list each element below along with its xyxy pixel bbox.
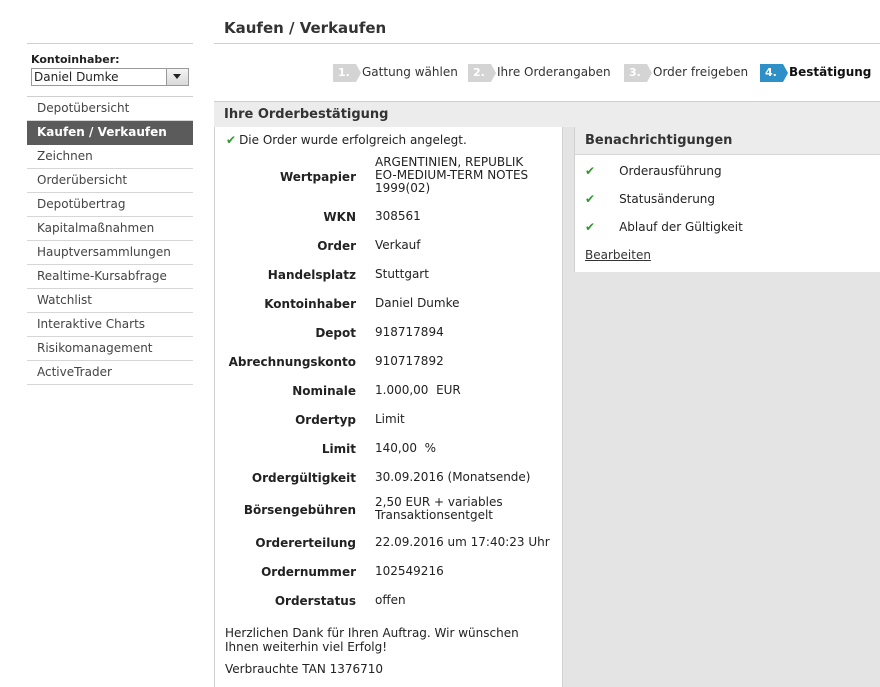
field-value: ARGENTINIEN, REPUBLIK EO-MEDIUM-TERM NOT… xyxy=(375,155,529,195)
sidebar-item-zeichnen[interactable]: Zeichnen xyxy=(27,145,193,169)
field-value: 918717894 xyxy=(375,325,444,339)
field-label: Handelsplatz xyxy=(267,268,356,282)
title-divider xyxy=(214,43,880,44)
check-icon: ✔ xyxy=(585,220,596,234)
field-label: Limit xyxy=(321,442,356,456)
success-text: Die Order wurde erfolgreich angelegt. xyxy=(239,133,467,147)
field-label: Orderstatus xyxy=(274,594,356,608)
panel-header: Ihre Orderbestätigung xyxy=(214,101,880,127)
field-label: Ordernummer xyxy=(261,565,356,579)
field-label: Wertpapier xyxy=(279,170,356,184)
step-number: 3. xyxy=(624,64,652,82)
used-tan: Verbrauchte TAN 1376710 xyxy=(225,662,384,676)
notifications-box: Benachrichtigungen ✔ Orderausführung ✔ Sta… xyxy=(574,127,880,272)
step-label: Ihre Orderangaben xyxy=(497,65,611,79)
sidebar-item-kaufen-verkaufen[interactable]: Kaufen / Verkaufen xyxy=(27,121,193,145)
sidebar-item-interaktive-charts[interactable]: Interaktive Charts xyxy=(27,313,193,337)
field-value: 910717892 xyxy=(375,354,444,368)
notification-label: Ablauf der Gültigkeit xyxy=(619,220,743,234)
notification-label: Orderausführung xyxy=(619,164,722,178)
notifications-header: Benachrichtigungen xyxy=(575,127,880,155)
check-icon: ✔ xyxy=(585,164,596,178)
edit-notifications-link[interactable]: Bearbeiten xyxy=(585,248,651,262)
field-label: WKN xyxy=(323,210,356,224)
step-number: 1. xyxy=(333,64,361,82)
sidebar-item-watchlist[interactable]: Watchlist xyxy=(27,289,193,313)
chevron-down-icon[interactable] xyxy=(166,69,188,85)
field-value: 140,00 % xyxy=(375,441,437,455)
thank-you-text: Herzlichen Dank für Ihren Auftrag. Wir w… xyxy=(225,626,519,654)
notification-item: ✔ Statusänderung xyxy=(585,192,715,206)
step-label: Bestätigung xyxy=(789,65,872,79)
field-value: 308561 xyxy=(375,209,421,223)
field-value: offen xyxy=(375,593,406,607)
check-icon: ✔ xyxy=(585,192,596,206)
field-label: Abrechnungskonto xyxy=(228,355,356,369)
step-bestaetigung: 4. Bestätigung xyxy=(760,63,872,82)
field-label: Nominale xyxy=(292,384,356,398)
sidebar-item-depotuebersicht[interactable]: Depotübersicht xyxy=(27,97,193,121)
success-message: ✔ Die Order wurde erfolgreich angelegt. xyxy=(226,133,467,147)
owner-select[interactable]: Daniel Dumke xyxy=(31,68,189,86)
sidebar-divider xyxy=(27,43,193,44)
field-value: Daniel Dumke xyxy=(375,296,460,310)
field-label: Order xyxy=(317,239,356,253)
field-value: 22.09.2016 um 17:40:23 Uhr xyxy=(375,535,550,549)
step-label: Gattung wählen xyxy=(362,65,458,79)
step-label: Order freigeben xyxy=(653,65,749,79)
field-value: Verkauf xyxy=(375,238,421,252)
step-freigeben: 3. Order freigeben xyxy=(624,63,749,82)
sidebar-item-orderuebersicht[interactable]: Orderübersicht xyxy=(27,169,193,193)
field-value: 2,50 EUR + variables Transaktionsentgelt xyxy=(375,495,503,522)
field-label: Ordertyp xyxy=(295,413,356,427)
field-label: Kontoinhaber xyxy=(264,297,356,311)
field-label: Ordererteilung xyxy=(255,536,356,550)
sidebar: Kontoinhaber: Daniel Dumke Depotübersich… xyxy=(27,43,193,385)
owner-label: Kontoinhaber: xyxy=(31,53,120,66)
field-value: 1.000,00 EUR xyxy=(375,383,461,397)
notification-label: Statusänderung xyxy=(619,192,716,206)
page-title: Kaufen / Verkaufen xyxy=(224,19,387,37)
field-value: 30.09.2016 (Monatsende) xyxy=(375,470,531,484)
owner-select-value: Daniel Dumke xyxy=(34,70,119,84)
sidebar-item-kapitalmassnahmen[interactable]: Kapitalmaßnahmen xyxy=(27,217,193,241)
step-number: 4. xyxy=(760,64,788,82)
notification-item: ✔ Orderausführung xyxy=(585,164,722,178)
step-gattung: 1. Gattung wählen xyxy=(333,63,458,82)
sidebar-nav: Depotübersicht Kaufen / Verkaufen Zeichn… xyxy=(27,96,193,385)
step-orderangaben: 2. Ihre Orderangaben xyxy=(468,63,611,82)
field-label: Börsengebühren xyxy=(243,503,356,517)
field-value: Limit xyxy=(375,412,405,426)
check-icon: ✔ xyxy=(226,133,237,147)
sidebar-item-realtime-kursabfrage[interactable]: Realtime-Kursabfrage xyxy=(27,265,193,289)
confirmation-details: ✔ Die Order wurde erfolgreich angelegt. W… xyxy=(214,127,563,687)
field-label: Depot xyxy=(315,326,356,340)
notification-item: ✔ Ablauf der Gültigkeit xyxy=(585,220,743,234)
sidebar-item-depotuebertrag[interactable]: Depotübertrag xyxy=(27,193,193,217)
sidebar-item-hauptversammlungen[interactable]: Hauptversammlungen xyxy=(27,241,193,265)
order-confirmation-panel: Ihre Orderbestätigung ✔ Die Order wurde e… xyxy=(214,101,880,687)
sidebar-item-risikomanagement[interactable]: Risikomanagement xyxy=(27,337,193,361)
field-value: Stuttgart xyxy=(375,267,429,281)
notifications-column: Benachrichtigungen ✔ Orderausführung ✔ Sta… xyxy=(563,127,880,687)
step-number: 2. xyxy=(468,64,496,82)
field-label: Ordergültigkeit xyxy=(251,471,356,485)
sidebar-item-activetrader[interactable]: ActiveTrader xyxy=(27,361,193,385)
field-value: 102549216 xyxy=(375,564,444,578)
